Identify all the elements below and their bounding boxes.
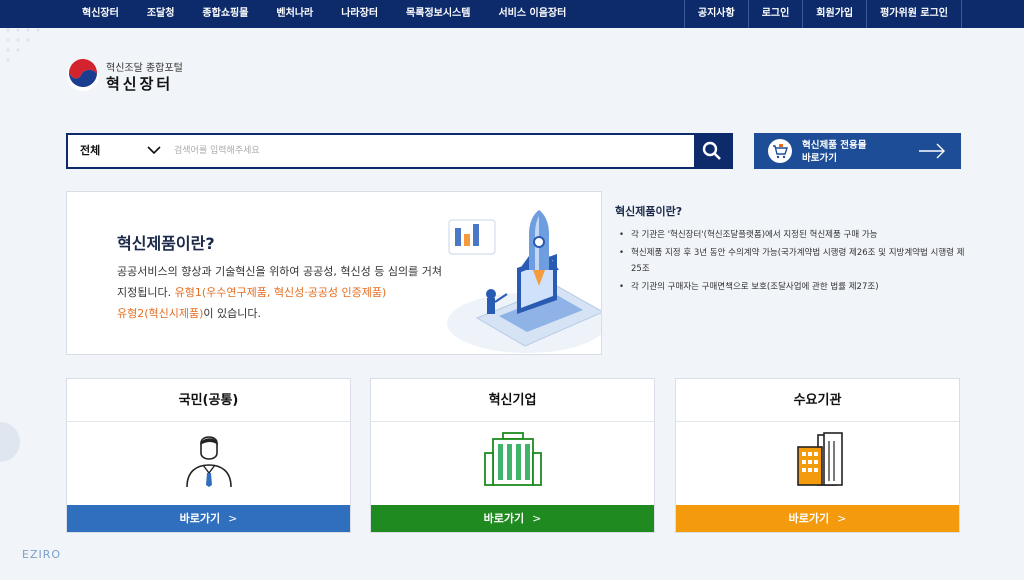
logo-subtitle: 혁신조달 종합포털 xyxy=(106,63,183,74)
company-building-icon xyxy=(484,432,542,486)
summary-title: 혁신제품이란? xyxy=(615,205,683,218)
chevron-right-icon: > xyxy=(532,512,542,525)
card-citizen-go-button[interactable]: 바로가기 > xyxy=(67,505,350,532)
innovation-product-summary: 혁신제품이란? 각 기관은 '혁신장터'(혁신조달플랫폼)에서 지정된 혁신제품… xyxy=(615,203,965,297)
intro-description: 공공서비스의 향상과 기술혁신을 위하여 공공성, 혁신성 등 심의를 거쳐 지… xyxy=(117,261,447,324)
search-category-select[interactable]: 전체 xyxy=(80,135,100,167)
intro-title: 혁신제품이란? xyxy=(117,234,215,253)
institution-building-icon xyxy=(797,432,843,486)
site-logo[interactable]: 혁신조달 종합포털 혁신장터 xyxy=(66,58,206,96)
go-button-label: 바로가기 xyxy=(179,512,221,525)
card-company: 혁신기업 바로가기 > xyxy=(370,378,655,533)
rocket-laptop-illustration xyxy=(447,210,601,353)
government-emblem-icon xyxy=(67,58,99,91)
arrow-right-icon xyxy=(919,143,945,159)
signup-link[interactable]: 회원가입 xyxy=(802,0,866,28)
go-button-label: 바로가기 xyxy=(483,512,525,525)
chevron-down-icon[interactable] xyxy=(146,144,162,156)
search-button[interactable] xyxy=(694,135,731,167)
nav-item-nara-market[interactable]: 나라장터 xyxy=(327,0,392,28)
nav-item-venture-nara[interactable]: 벤처나라 xyxy=(262,0,327,28)
search-input[interactable] xyxy=(174,139,574,163)
main-menu: 혁신장터 조달청 종합쇼핑몰 벤처나라 나라장터 목록정보시스템 서비스 이음장… xyxy=(68,0,580,28)
chevron-right-icon: > xyxy=(228,512,238,525)
card-company-go-button[interactable]: 바로가기 > xyxy=(371,505,654,532)
card-institution-go-button[interactable]: 바로가기 > xyxy=(676,505,959,532)
shopping-cart-icon xyxy=(768,139,792,163)
decorative-shape xyxy=(0,422,20,462)
login-link[interactable]: 로그인 xyxy=(747,0,803,28)
decorative-dots xyxy=(6,28,40,62)
mall-button-line1: 혁신제품 전용몰 xyxy=(802,140,867,151)
card-title: 혁신기업 xyxy=(371,379,654,422)
card-title: 국민(공통) xyxy=(67,379,350,422)
utility-menu: 공지사항 로그인 회원가입 평가위원 로그인 xyxy=(683,0,962,28)
notice-link[interactable]: 공지사항 xyxy=(683,0,748,28)
nav-item-innovation-market[interactable]: 혁신장터 xyxy=(68,0,133,28)
summary-item: 혁신제품 지정 후 3년 동안 수의계약 가능(국가계약법 시행령 제26조 및… xyxy=(615,245,965,277)
summary-item: 각 기관의 구매자는 구매면책으로 보호(조달사업에 관한 법률 제27조) xyxy=(615,279,965,295)
summary-item: 각 기관은 '혁신장터'(혁신조달플랫폼)에서 지정된 혁신제품 구매 가능 xyxy=(615,227,965,243)
top-navigation: 혁신장터 조달청 종합쇼핑몰 벤처나라 나라장터 목록정보시스템 서비스 이음장… xyxy=(0,0,1024,28)
search-icon xyxy=(702,141,721,160)
card-title: 수요기관 xyxy=(676,379,959,422)
chevron-right-icon: > xyxy=(837,512,847,525)
logo-title: 혁신장터 xyxy=(106,75,174,93)
watermark: EZIRO xyxy=(22,548,62,561)
intro-type1-highlight: 유형1(우수연구제품, 혁신성·공공성 인증제품) xyxy=(174,286,387,299)
nav-item-catalog-system[interactable]: 목록정보시스템 xyxy=(392,0,484,28)
go-button-label: 바로가기 xyxy=(788,512,830,525)
card-citizen: 국민(공통) 바로가기 > xyxy=(66,378,351,533)
card-institution: 수요기관 바로가기 > xyxy=(675,378,960,533)
nav-item-pps[interactable]: 조달청 xyxy=(133,0,189,28)
search-bar: 전체 xyxy=(66,133,733,169)
nav-item-shopping-mall[interactable]: 종합쇼핑몰 xyxy=(188,0,262,28)
innovation-product-intro: 혁신제품이란? 공공서비스의 향상과 기술혁신을 위하여 공공성, 혁신성 등 … xyxy=(66,191,602,355)
summary-list: 각 기관은 '혁신장터'(혁신조달플랫폼)에서 지정된 혁신제품 구매 가능 혁… xyxy=(615,227,965,295)
mall-button-line2: 바로가기 xyxy=(802,153,837,164)
mall-button-label: 혁신제품 전용몰 바로가기 xyxy=(802,139,867,165)
intro-type2-highlight: 유형2(혁신시제품) xyxy=(117,307,204,320)
innovation-mall-button[interactable]: 혁신제품 전용몰 바로가기 xyxy=(754,133,961,169)
evaluator-login-link[interactable]: 평가위원 로그인 xyxy=(866,0,962,28)
person-icon xyxy=(186,436,232,487)
nav-item-service-market[interactable]: 서비스 이음장터 xyxy=(484,0,580,28)
intro-text-2: 이 있습니다. xyxy=(203,307,262,320)
